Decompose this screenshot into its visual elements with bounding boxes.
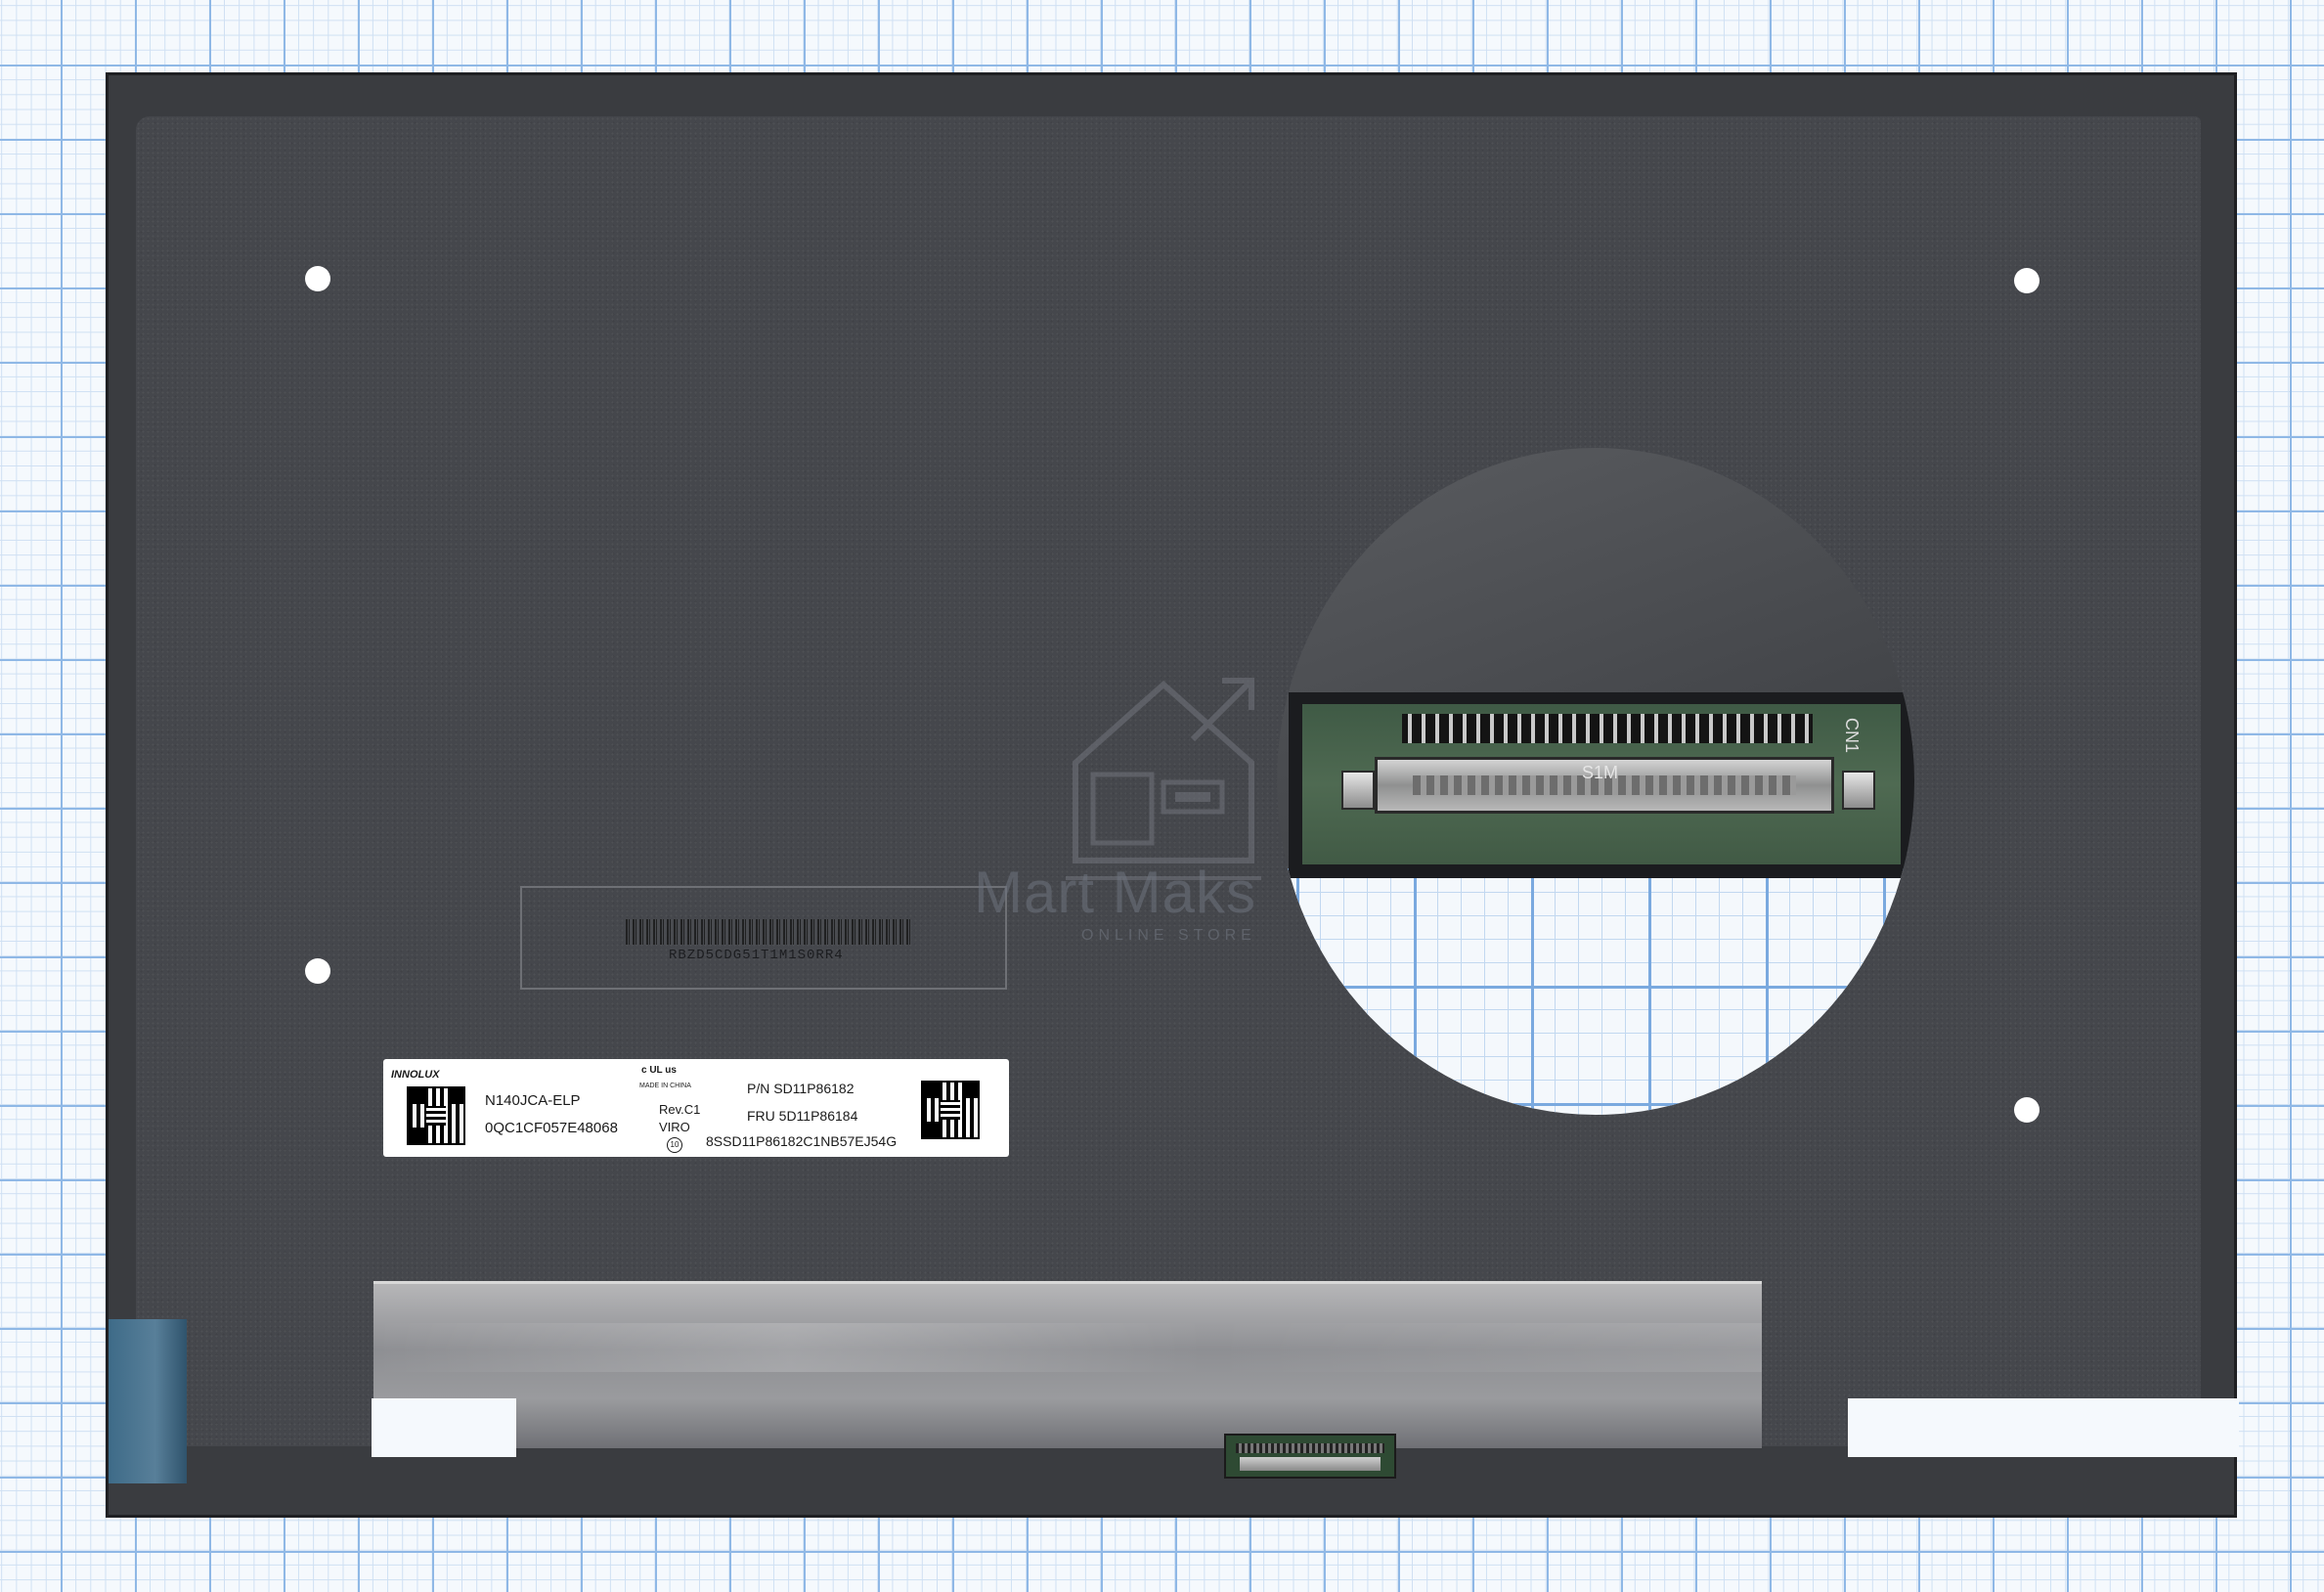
label-rev: Rev.C1 [659,1102,701,1117]
mounting-hole-bottom-right [2014,1097,2039,1123]
label-fru: FRU 5D11P86184 [747,1108,858,1124]
barcode [626,919,911,945]
zoom-graph-paper [1277,868,1914,1115]
edp-connector [1224,1434,1396,1479]
ul-mark: c UL us [641,1065,677,1076]
blue-tape [109,1319,187,1483]
label-pn: P/N SD11P86182 [747,1081,855,1096]
label-code: 8SSD11P86182C1NB57EJ54G [706,1133,898,1149]
zoom-silk-label: S1M [1582,763,1619,782]
zoom-connector-pins [1402,714,1813,743]
connector-zoom-inset: S1M CN1 [1277,448,1914,1115]
label-brand: INNOLUX [391,1069,440,1081]
mounting-hole-bottom-left [305,958,330,984]
mounting-hole-top-left [305,266,330,291]
connector-pins [1236,1443,1384,1453]
label-viro: VIRO [659,1120,690,1134]
zoom-connector-tab-left [1341,771,1375,810]
flex-cable [373,1281,1762,1448]
bottom-notch-left [372,1398,516,1457]
mounting-hole-top-right [2014,268,2039,293]
watermark-tagline: ONLINE STORE [1081,927,1256,944]
watermark-brand: Mart Maks [974,860,1257,925]
label-serial: 0QC1CF057E48068 [485,1120,618,1136]
product-photo: RBZD5CDG51T1M1S0RR4 INNOLUX N140JCA-ELP … [0,0,2324,1592]
connector-latch [1240,1457,1381,1471]
bottom-notch-right [1848,1398,2239,1457]
qr-code-right [921,1081,980,1139]
label-circle-mark: 10 [667,1137,682,1153]
qr-code-left [407,1086,465,1145]
barcode-text: RBZD5CDG51T1M1S0RR4 [669,948,844,963]
label-model: N140JCA-ELP [485,1092,581,1109]
label-made-in: MADE IN CHINA [639,1083,691,1089]
zoom-connector-tab-right [1842,771,1875,810]
zoom-side-label: CN1 [1842,718,1862,754]
product-label: INNOLUX N140JCA-ELP 0QC1CF057E48068 c UL… [383,1059,1009,1157]
